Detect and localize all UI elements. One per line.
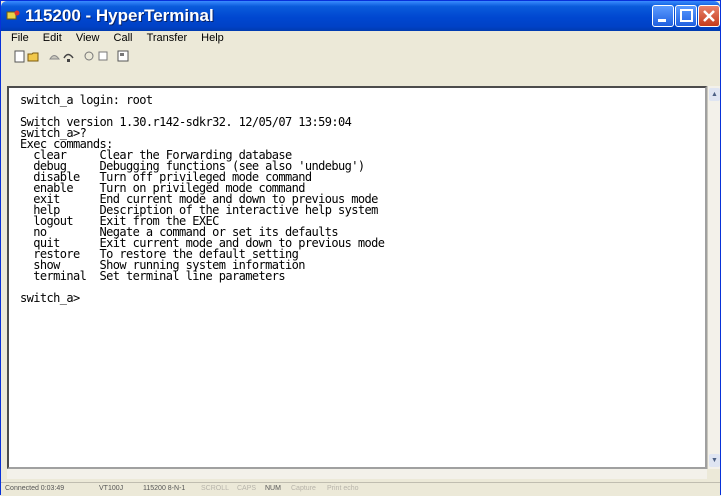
- minimize-icon: [658, 19, 666, 22]
- receive-icon[interactable]: [97, 50, 110, 63]
- open-icon[interactable]: [27, 50, 40, 63]
- status-num: NUM: [265, 485, 281, 492]
- window-title: 115200 - HyperTerminal: [25, 6, 214, 25]
- menu-call[interactable]: Call: [114, 32, 133, 44]
- vertical-scrollbar[interactable]: ▲ ▼: [707, 86, 720, 469]
- terminal-line: switch_a>: [20, 291, 80, 305]
- status-capture: Capture: [291, 485, 316, 492]
- menu-view[interactable]: View: [76, 32, 100, 44]
- send-icon[interactable]: [83, 50, 96, 63]
- terminal-output: switch_a login: root Switch version 1.30…: [20, 93, 385, 305]
- minimize-button[interactable]: [652, 5, 674, 27]
- disconnect-icon[interactable]: [62, 50, 75, 63]
- title-bar[interactable]: 115200 - HyperTerminal: [1, 1, 720, 31]
- properties-icon[interactable]: [117, 50, 130, 63]
- dial-icon[interactable]: [48, 50, 61, 63]
- status-caps: CAPS: [237, 485, 257, 492]
- scroll-up-arrow-icon[interactable]: ▲: [709, 88, 720, 101]
- status-scroll: SCROLL: [201, 485, 230, 492]
- status-bar: Connected 0:03:49 VT100J 115200 8-N-1 SC…: [1, 482, 720, 496]
- hyperterminal-window: 115200 - HyperTerminal File Edit View Ca…: [0, 0, 721, 496]
- terminal-line: switch_a login: root: [20, 93, 153, 107]
- close-button[interactable]: [698, 5, 720, 27]
- maximize-button[interactable]: [675, 5, 697, 27]
- maximize-icon: [680, 9, 693, 22]
- status-port: 115200 8-N-1: [143, 485, 186, 492]
- close-icon: [703, 10, 715, 22]
- terminal-pane[interactable]: switch_a login: root Switch version 1.30…: [7, 86, 707, 469]
- menu-file[interactable]: File: [11, 32, 29, 44]
- terminal-line: terminal Set terminal line parameters: [20, 269, 285, 283]
- new-connection-icon[interactable]: [13, 50, 26, 63]
- menu-bar: File Edit View Call Transfer Help: [11, 32, 235, 48]
- menu-help[interactable]: Help: [201, 32, 224, 44]
- horizontal-scrollbar[interactable]: [7, 469, 707, 479]
- hyperterminal-app-icon: [6, 10, 20, 20]
- menu-edit[interactable]: Edit: [43, 32, 62, 44]
- menu-transfer[interactable]: Transfer: [147, 32, 188, 44]
- scroll-down-arrow-icon[interactable]: ▼: [709, 454, 720, 467]
- status-emulation: VT100J: [99, 485, 124, 492]
- status-print-echo: Print echo: [327, 485, 359, 492]
- status-connected: Connected 0:03:49: [5, 485, 65, 492]
